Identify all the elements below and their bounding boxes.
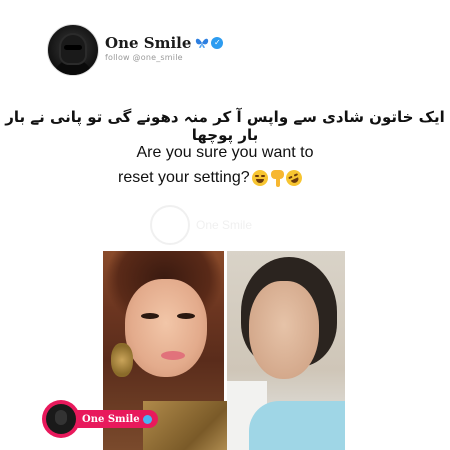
account-handle: follow @one_smile: [105, 53, 183, 62]
verified-icon: ✓: [211, 37, 224, 49]
badge-avatar: [42, 400, 80, 438]
pointing-down-emoji: [270, 169, 284, 187]
badge-pill: One Smile: [72, 410, 158, 428]
watermark-logo-icon: [150, 205, 190, 245]
before-makeup-photo: [227, 251, 345, 450]
rolling-laughing-emoji: [282, 167, 305, 189]
urdu-caption: ایک خاتون شادی سے واپس آ کر منہ دھونے گی…: [5, 108, 445, 144]
english-caption-line-2: reset your setting?: [118, 167, 305, 189]
english-caption-text: reset your setting?: [118, 169, 250, 186]
laughing-emoji: [251, 170, 268, 186]
english-caption-line-1: Are you sure you want to: [136, 144, 314, 161]
avatar[interactable]: [47, 24, 99, 76]
avatar-glasses: [64, 45, 82, 50]
badge-name: One Smile: [82, 413, 140, 425]
account-info: One Smile ✓ follow @one_smile: [105, 34, 224, 62]
earring-icon: [111, 343, 133, 377]
butterfly-icon: [142, 414, 152, 424]
butterfly-icon: [196, 38, 209, 48]
watermark-text: One Smile: [196, 218, 253, 232]
account-name-row: One Smile ✓: [105, 34, 224, 52]
channel-badge[interactable]: One Smile: [42, 400, 162, 438]
account-name[interactable]: One Smile: [105, 34, 191, 52]
post-header: One Smile ✓ follow @one_smile: [47, 24, 224, 76]
watermark: One Smile: [150, 205, 300, 245]
